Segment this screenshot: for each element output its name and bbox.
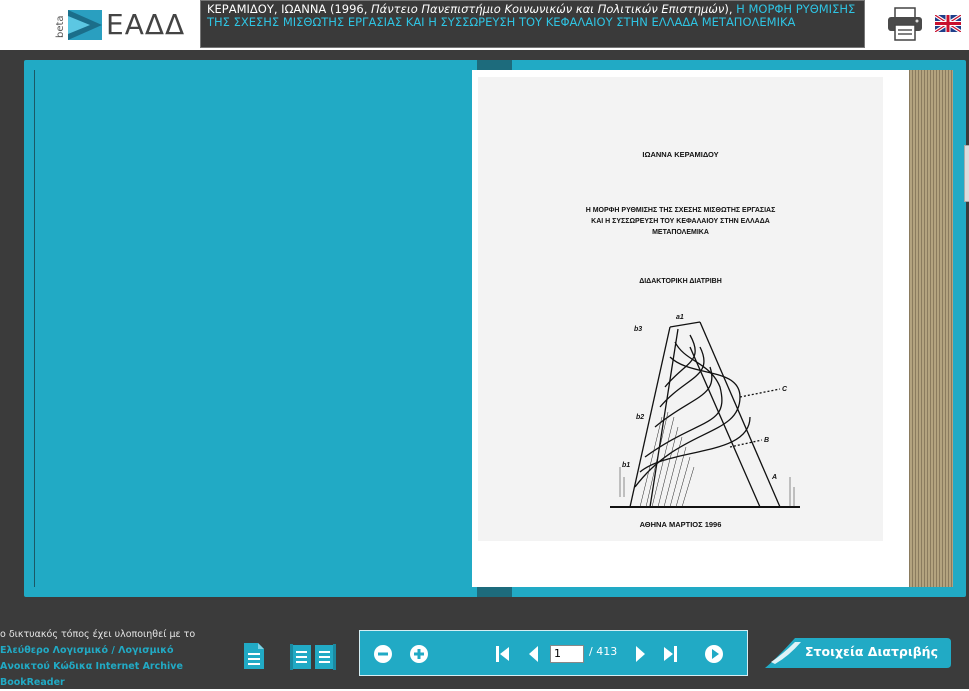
- scan-place-date: ΑΘΗΝΑ ΜΑΡΤΙΟΣ 1996: [639, 520, 722, 529]
- figure-label-c: C: [782, 386, 788, 393]
- scan-title-line2: ΚΑΙ Η ΣΥΣΣΩΡΕΥΣΗ ΤΟΥ ΚΕΦΑΛΑΙΟΥ ΣΤΗΝ ΕΛΛΑ…: [591, 218, 770, 225]
- scanned-title-page: ΙΩΑΝΝΑ ΚΕΡΑΜΙΔΟΥ Η ΜΟΡΦΗ ΡΥΘΜΙΣΗΣ ΤΗΣ ΣΧ…: [478, 77, 883, 541]
- scan-author: ΙΩΑΝΝΑ ΚΕΡΑΜΙΔΟΥ: [642, 150, 719, 159]
- document-title-box: ΚΕΡΑΜΙΔΟΥ, ΙΩΑΝΝΑ (1996, Πάντειο Πανεπισ…: [200, 0, 865, 48]
- previous-page-icon[interactable]: [524, 644, 544, 664]
- zoom-out-icon[interactable]: [373, 644, 393, 664]
- tatlin-tower-illustration: a1 b3 C b2 B b1 A: [610, 314, 800, 508]
- footer-toolbar: ο δικτυακός τόπος έχει υλοποιηθεί με το …: [0, 625, 969, 689]
- book-frame: ΙΩΑΝΝΑ ΚΕΡΑΜΙΔΟΥ Η ΜΟΡΦΗ ΡΥΘΜΙΣΗΣ ΤΗΣ ΣΧ…: [24, 60, 966, 597]
- scan-title-line3: ΜΕΤΑΠΟΛΕΜΙΚΑ: [652, 229, 709, 236]
- spine-top: [477, 60, 512, 70]
- figure-label-a: A: [771, 474, 777, 481]
- scan-title-line1: Η ΜΟΡΦΗ ΡΥΘΜΙΣΗΣ ΤΗΣ ΣΧΕΣΗΣ ΜΙΣΘΩΤΗΣ ΕΡΓ…: [585, 207, 776, 214]
- logo-beta-tag: beta: [55, 15, 66, 38]
- page-stack-edge[interactable]: [909, 70, 953, 587]
- next-page-icon[interactable]: [630, 644, 650, 664]
- zoom-in-icon[interactable]: [409, 644, 429, 664]
- scan-document-type: ΔΙΔΑΚΤΟΡΙΚΗ ΔΙΑΤΡΙΒΗ: [639, 278, 722, 285]
- page-navigation-bar: 1 / 413: [359, 630, 748, 676]
- english-flag-icon[interactable]: [935, 15, 961, 32]
- figure-label-a1: a1: [676, 314, 684, 321]
- credit-link-free-software[interactable]: Ελεύθερο Λογισμικό / Λογισμικό: [0, 643, 215, 659]
- side-scroll-tab[interactable]: [964, 145, 969, 202]
- book-viewer: ΙΩΑΝΝΑ ΚΕΡΑΜΙΔΟΥ Η ΜΟΡΦΗ ΡΥΘΜΙΣΗΣ ΤΗΣ ΣΧ…: [0, 50, 969, 625]
- print-icon[interactable]: [886, 6, 924, 42]
- first-page-icon[interactable]: [493, 644, 513, 664]
- one-page-view-icon[interactable]: [243, 642, 265, 670]
- page-number-input[interactable]: 1: [550, 645, 584, 663]
- figure-label-b1: b1: [622, 462, 630, 469]
- two-page-view-icon[interactable]: [290, 642, 336, 670]
- figure-label-b: B: [764, 437, 769, 444]
- header-bar: beta ΕΑΔΔ ΚΕΡΑΜΙΔΟΥ, ΙΩΑΝΝΑ (1996, Πάντε…: [0, 0, 969, 50]
- thesis-details-button[interactable]: Στοιχεία Διατριβής: [765, 638, 951, 668]
- page-total: / 413: [589, 645, 618, 658]
- right-page[interactable]: ΙΩΑΝΝΑ ΚΕΡΑΜΙΔΟΥ Η ΜΟΡΦΗ ΡΥΘΜΙΣΗΣ ΤΗΣ ΣΧ…: [472, 70, 909, 587]
- play-icon[interactable]: [704, 644, 724, 664]
- figure-label-b3: b3: [634, 326, 642, 333]
- last-page-icon[interactable]: [660, 644, 680, 664]
- logo-text[interactable]: ΕΑΔΔ: [106, 8, 185, 41]
- credit-link-internet-archive[interactable]: Ανοικτού Κώδικα Internet Archive: [0, 659, 215, 675]
- left-page-empty[interactable]: [34, 70, 475, 587]
- ekdd-logo-icon[interactable]: [68, 10, 102, 40]
- details-button-label: Στοιχεία Διατριβής: [805, 644, 938, 659]
- software-credits: ο δικτυακός τόπος έχει υλοποιηθεί με το …: [0, 627, 215, 691]
- credit-text: ο δικτυακός τόπος έχει υλοποιηθεί με το: [0, 629, 196, 640]
- figure-label-b2: b2: [636, 414, 644, 421]
- spine-bottom: [477, 587, 512, 597]
